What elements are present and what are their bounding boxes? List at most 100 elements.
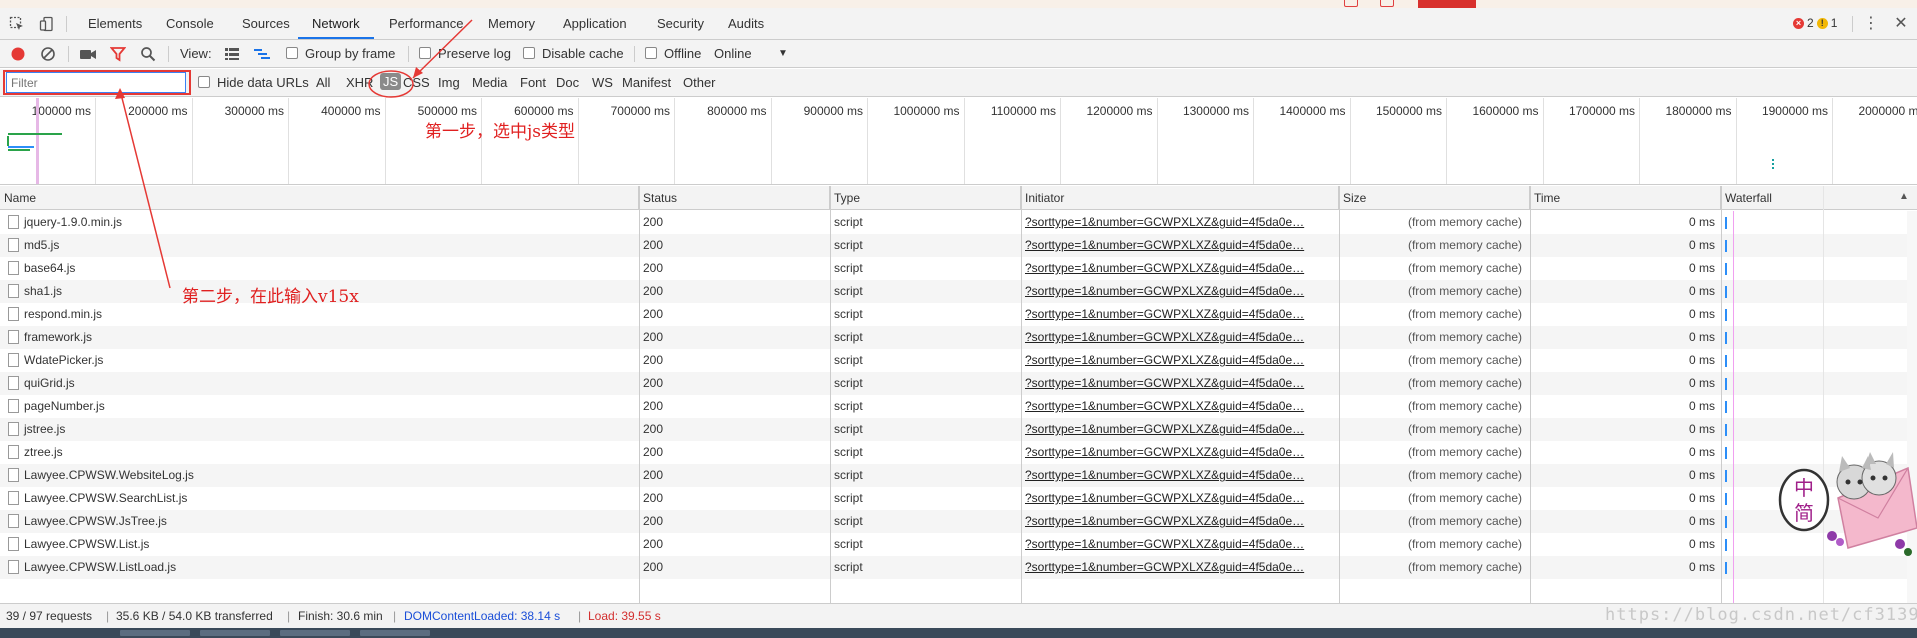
- tab-security[interactable]: Security: [643, 8, 718, 39]
- cell-initiator[interactable]: ?sorttype=1&number=GCWPXLXZ&guid=4f5da0e…: [1021, 326, 1339, 349]
- preserve-log-checkbox[interactable]: [419, 47, 431, 59]
- tab-network[interactable]: Network: [298, 8, 374, 39]
- taskbar-item[interactable]: [120, 630, 190, 636]
- filter-icon[interactable]: [108, 45, 128, 63]
- overview-tick-label: 1200000 ms: [1086, 104, 1153, 118]
- cell-initiator[interactable]: ?sorttype=1&number=GCWPXLXZ&guid=4f5da0e…: [1021, 441, 1339, 464]
- cell-initiator[interactable]: ?sorttype=1&number=GCWPXLXZ&guid=4f5da0e…: [1021, 395, 1339, 418]
- search-icon[interactable]: [138, 45, 158, 63]
- disable-cache-checkbox[interactable]: [523, 47, 535, 59]
- filter-type-doc[interactable]: Doc: [556, 75, 579, 90]
- request-row[interactable]: jstree.js 200 script ?sorttype=1&number=GCW…: [0, 418, 1917, 441]
- cell-time: 0 ms: [1688, 215, 1715, 229]
- console-counters[interactable]: × 2 ! 1: [1793, 16, 1837, 30]
- chevron-down-icon[interactable]: ▼: [778, 48, 788, 59]
- cell-initiator[interactable]: ?sorttype=1&number=GCWPXLXZ&guid=4f5da0e…: [1021, 487, 1339, 510]
- cell-initiator[interactable]: ?sorttype=1&number=GCWPXLXZ&guid=4f5da0e…: [1021, 533, 1339, 556]
- capture-screenshots-icon[interactable]: [78, 45, 98, 63]
- request-row[interactable]: pageNumber.js 200 script ?sorttype=1&number…: [0, 395, 1917, 418]
- column-header-size[interactable]: Size: [1339, 186, 1530, 210]
- overview-activity-graph: [7, 98, 62, 184]
- cell-name: md5.js: [24, 238, 60, 252]
- offline-checkbox[interactable]: [645, 47, 657, 59]
- devtools-tab-bar: Elements Console Sources Network Performance…: [0, 8, 1917, 40]
- device-toolbar-icon[interactable]: [36, 14, 58, 34]
- filter-type-ws[interactable]: WS: [592, 75, 613, 90]
- filter-type-js[interactable]: JS: [380, 73, 402, 90]
- cell-initiator[interactable]: ?sorttype=1&number=GCWPXLXZ&guid=4f5da0e…: [1021, 349, 1339, 372]
- large-request-rows-icon[interactable]: [222, 45, 242, 63]
- waterfall-bar: [1725, 539, 1727, 551]
- group-by-frame-checkbox[interactable]: [286, 47, 298, 59]
- filter-type-font[interactable]: Font: [520, 75, 546, 90]
- request-row[interactable]: Lawyee.CPWSW.WebsiteLog.js 200 script ?sort…: [0, 464, 1917, 487]
- cell-initiator[interactable]: ?sorttype=1&number=GCWPXLXZ&guid=4f5da0e…: [1021, 257, 1339, 280]
- filter-type-xhr[interactable]: XHR: [346, 75, 373, 90]
- network-overview[interactable]: 100000 ms 200000 ms 300000 ms 400000 ms 5000…: [0, 98, 1917, 185]
- overview-tick: 1300000 ms: [1158, 98, 1254, 184]
- tab-console[interactable]: Console: [152, 8, 228, 39]
- more-options-icon[interactable]: ⋮: [1863, 15, 1879, 33]
- tab-audits[interactable]: Audits: [714, 8, 778, 39]
- column-header-waterfall[interactable]: Waterfall: [1721, 186, 1907, 210]
- cell-time: 0 ms: [1688, 491, 1715, 505]
- taskbar-item[interactable]: [200, 630, 270, 636]
- cell-initiator[interactable]: ?sorttype=1&number=GCWPXLXZ&guid=4f5da0e…: [1021, 510, 1339, 533]
- overview-toggle-icon[interactable]: [252, 45, 272, 63]
- requests-table-header: Name Status Type Initiator Size Time Wat…: [0, 186, 1917, 210]
- taskbar-item[interactable]: [360, 630, 430, 636]
- record-icon[interactable]: [8, 45, 28, 63]
- overview-tick: 1800000 ms: [1641, 98, 1737, 184]
- inspect-element-icon[interactable]: [6, 14, 28, 34]
- request-row[interactable]: Lawyee.CPWSW.List.js 200 script ?sorttype=1…: [0, 533, 1917, 556]
- request-row[interactable]: ztree.js 200 script ?sorttype=1&number=GCWP…: [0, 441, 1917, 464]
- filter-type-img[interactable]: Img: [438, 75, 460, 90]
- filter-type-other[interactable]: Other: [683, 75, 716, 90]
- cell-size: (from memory cache): [1407, 261, 1522, 275]
- request-row[interactable]: md5.js 200 script ?sorttype=1&number=GCWPXL…: [0, 234, 1917, 257]
- cell-size: (from memory cache): [1407, 537, 1522, 551]
- cell-initiator[interactable]: ?sorttype=1&number=GCWPXLXZ&guid=4f5da0e…: [1021, 372, 1339, 395]
- tab-performance[interactable]: Performance: [375, 8, 477, 39]
- cell-initiator[interactable]: ?sorttype=1&number=GCWPXLXZ&guid=4f5da0e…: [1021, 280, 1339, 303]
- request-row[interactable]: framework.js 200 script ?sorttype=1&number=…: [0, 326, 1917, 349]
- column-header-time[interactable]: Time: [1530, 186, 1721, 210]
- taskbar-item[interactable]: [280, 630, 350, 636]
- clear-icon[interactable]: [38, 45, 58, 63]
- cell-initiator[interactable]: ?sorttype=1&number=GCWPXLXZ&guid=4f5da0e…: [1021, 418, 1339, 441]
- cell-initiator[interactable]: ?sorttype=1&number=GCWPXLXZ&guid=4f5da0e…: [1021, 303, 1339, 326]
- column-header-type[interactable]: Type: [830, 186, 1021, 210]
- cell-initiator[interactable]: ?sorttype=1&number=GCWPXLXZ&guid=4f5da0e…: [1021, 556, 1339, 579]
- cell-initiator[interactable]: ?sorttype=1&number=GCWPXLXZ&guid=4f5da0e…: [1021, 464, 1339, 487]
- sticker-char-bottom: 简: [1794, 501, 1814, 525]
- cell-type: script: [834, 399, 863, 413]
- hide-data-urls-checkbox[interactable]: [198, 76, 210, 88]
- cell-name: quiGrid.js: [24, 376, 75, 390]
- filter-type-all[interactable]: All: [316, 75, 330, 90]
- cell-name: framework.js: [24, 330, 93, 344]
- request-row[interactable]: WdatePicker.js 200 script ?sorttype=1&numbe…: [0, 349, 1917, 372]
- request-row[interactable]: quiGrid.js 200 script ?sorttype=1&number=GC…: [0, 372, 1917, 395]
- request-row[interactable]: Lawyee.CPWSW.ListLoad.js 200 script ?sortty…: [0, 556, 1917, 579]
- tab-elements[interactable]: Elements: [74, 8, 156, 39]
- throttling-select[interactable]: Online: [714, 46, 752, 61]
- overview-tick-label: 200000 ms: [128, 104, 188, 118]
- tab-application[interactable]: Application: [549, 8, 641, 39]
- annotation-step-two: 第二步，在此输入v15x: [182, 287, 359, 307]
- column-header-name[interactable]: Name: [0, 186, 639, 210]
- column-header-initiator[interactable]: Initiator: [1021, 186, 1339, 210]
- filter-type-media[interactable]: Media: [472, 75, 507, 90]
- filter-type-manifest[interactable]: Manifest: [622, 75, 671, 90]
- column-header-status[interactable]: Status: [639, 186, 830, 210]
- request-row[interactable]: jquery-1.9.0.min.js 200 script ?sorttype=1&…: [0, 211, 1917, 234]
- cell-size: (from memory cache): [1407, 422, 1522, 436]
- tab-memory[interactable]: Memory: [474, 8, 549, 39]
- request-row[interactable]: Lawyee.CPWSW.SearchList.js 200 script ?sort…: [0, 487, 1917, 510]
- close-devtools-icon[interactable]: ✕: [1893, 15, 1909, 33]
- tab-sources[interactable]: Sources: [228, 8, 304, 39]
- cell-initiator[interactable]: ?sorttype=1&number=GCWPXLXZ&guid=4f5da0e…: [1021, 234, 1339, 257]
- cell-initiator[interactable]: ?sorttype=1&number=GCWPXLXZ&guid=4f5da0e…: [1021, 211, 1339, 234]
- filter-type-css[interactable]: CSS: [403, 75, 430, 90]
- request-row[interactable]: base64.js 200 script ?sorttype=1&number=GCW…: [0, 257, 1917, 280]
- request-row[interactable]: Lawyee.CPWSW.JsTree.js 200 script ?sorttype…: [0, 510, 1917, 533]
